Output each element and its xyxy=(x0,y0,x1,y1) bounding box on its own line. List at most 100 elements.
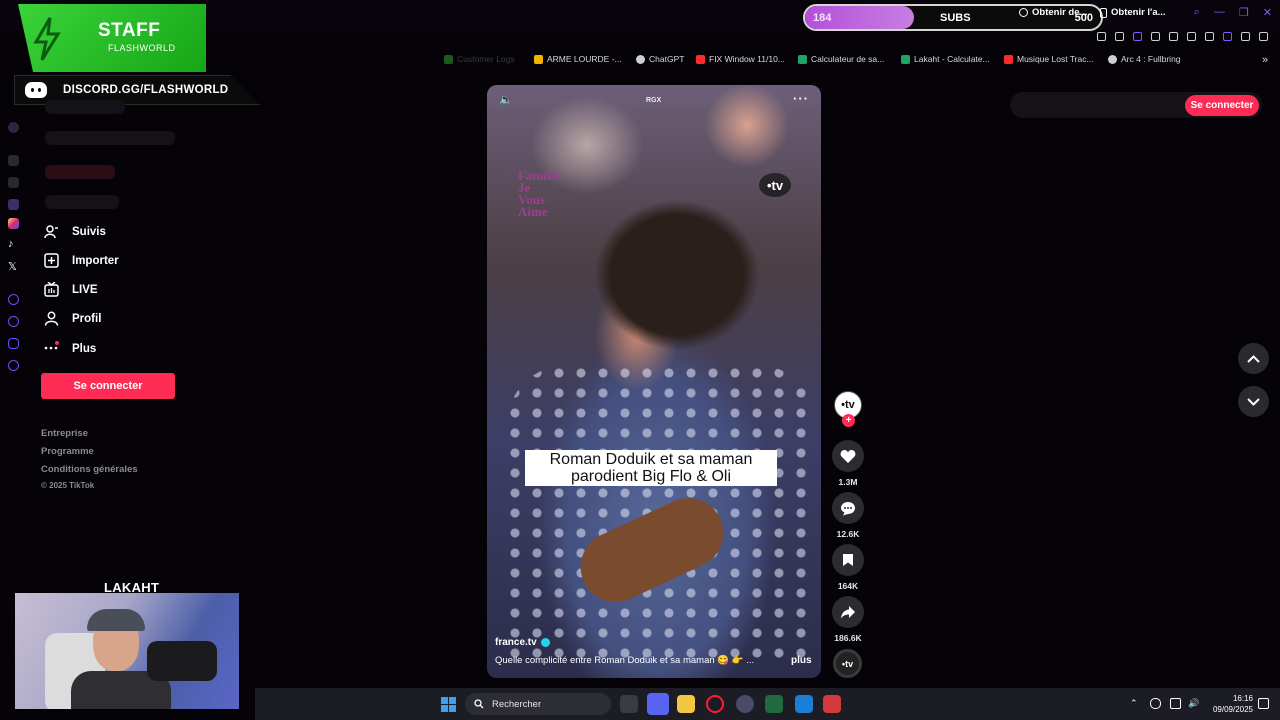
description-more-link[interactable]: plus xyxy=(791,655,812,666)
sidebar-item-live[interactable]: LIVE xyxy=(44,281,98,297)
save-button[interactable] xyxy=(832,544,864,576)
staff-banner: STAFF FLASHWORLD xyxy=(18,4,206,72)
tray-chevron-icon[interactable]: ⌃ xyxy=(1130,698,1141,709)
rail-app-icon[interactable] xyxy=(8,177,19,188)
get-coins-button[interactable]: Obtenir de... xyxy=(1019,7,1087,18)
more-icon xyxy=(44,341,59,356)
sidebar-item-importer[interactable]: Importer xyxy=(44,253,119,268)
taskbar-search[interactable]: Rechercher xyxy=(465,693,611,715)
translate-icon[interactable] xyxy=(1151,32,1160,41)
opera-icon[interactable] xyxy=(706,695,724,713)
network-icon[interactable] xyxy=(1170,698,1181,709)
outlook-icon[interactable] xyxy=(795,695,813,713)
video-author[interactable]: france.tv xyxy=(495,637,550,648)
shield-icon[interactable] xyxy=(1133,32,1142,41)
bookmark-item[interactable]: ChatGPT xyxy=(636,54,684,64)
puzzle-icon[interactable] xyxy=(1187,32,1196,41)
video-player[interactable]: 🔈 RGX ··· Famille Je Vous Aime •tv Roman… xyxy=(487,85,821,678)
bookmark-item[interactable]: Calculateur de sa... xyxy=(798,54,884,64)
menu-icon[interactable] xyxy=(1259,32,1268,41)
copyright: © 2025 TikTok xyxy=(41,481,95,490)
next-video-button[interactable] xyxy=(1238,386,1269,417)
sidebar-item-suivis[interactable]: Suivis xyxy=(44,224,106,239)
verified-icon xyxy=(540,638,550,647)
bookmark-item[interactable]: ARME LOURDE -... xyxy=(534,54,622,64)
task-view-icon[interactable] xyxy=(620,695,638,713)
live-icon xyxy=(44,281,59,297)
chat-icon[interactable] xyxy=(8,338,19,349)
maximize-icon[interactable]: ❐ xyxy=(1239,6,1249,19)
previous-video-button[interactable] xyxy=(1238,343,1269,374)
share-button[interactable] xyxy=(832,596,864,628)
header-login-button[interactable]: Se connecter xyxy=(1185,95,1259,116)
get-app-button[interactable]: Obtenir l'a... xyxy=(1100,7,1166,18)
bookmark-favicon-icon xyxy=(1108,54,1117,64)
close-icon[interactable]: ✕ xyxy=(1263,6,1272,19)
share-count: 186.6K xyxy=(834,633,862,643)
file-explorer-icon[interactable] xyxy=(677,695,695,713)
rail-app-icon[interactable] xyxy=(8,155,19,166)
notifications-icon[interactable] xyxy=(1258,698,1269,709)
tiktok-icon[interactable]: ♪ xyxy=(8,238,14,250)
footer-link-entreprise[interactable]: Entreprise xyxy=(41,428,88,439)
rail-player-icon[interactable] xyxy=(8,294,19,305)
sidebar-item-label: Plus xyxy=(72,342,97,355)
bookmarks-overflow-icon[interactable]: » xyxy=(1262,54,1268,66)
footer-link-programme[interactable]: Programme xyxy=(41,446,94,457)
start-button[interactable] xyxy=(441,697,456,712)
screen: ⌕ — ❐ ✕ Customer Logs ARME LOURDE -... C… xyxy=(0,0,1280,720)
like-button[interactable] xyxy=(832,440,864,472)
bookmark-item[interactable]: Customer Logs xyxy=(444,54,515,64)
sidebar-item-profil[interactable]: Profil xyxy=(44,311,101,326)
x-icon[interactable]: 𝕏 xyxy=(8,260,17,273)
instagram-icon[interactable] xyxy=(8,218,19,229)
clock-date: 09/09/2025 xyxy=(1212,705,1253,714)
sidebar-item-label: LIVE xyxy=(72,283,98,296)
excel-icon[interactable] xyxy=(765,695,783,713)
bookmark-label: Lakaht - Calculate... xyxy=(914,54,990,64)
play-icon[interactable] xyxy=(1169,32,1178,41)
heart-icon[interactable] xyxy=(1205,32,1214,41)
discord-app-icon[interactable] xyxy=(647,693,669,715)
minimize-icon[interactable]: — xyxy=(1214,6,1225,19)
microphone-icon[interactable] xyxy=(1150,698,1161,709)
account-icon[interactable] xyxy=(1223,32,1232,41)
music-disc[interactable]: •tv xyxy=(833,649,862,678)
bookmark-item[interactable]: Lakaht - Calculate... xyxy=(901,54,990,64)
bookmark-item[interactable]: FIX Window 11/10... xyxy=(696,54,785,64)
bookmark-favicon-icon xyxy=(1004,54,1013,64)
staff-title: STAFF xyxy=(98,20,161,41)
taskbar-search-placeholder: Rechercher xyxy=(492,698,542,710)
bookmark-favicon-icon xyxy=(798,54,807,64)
sidebar-login-button[interactable]: Se connecter xyxy=(41,373,175,399)
app-icon[interactable] xyxy=(736,695,754,713)
video-more-icon[interactable]: ··· xyxy=(793,91,809,106)
get-app-label: Obtenir l'a... xyxy=(1111,7,1166,18)
comment-count: 12.6K xyxy=(836,529,860,539)
search-icon[interactable]: ⌕ xyxy=(1194,6,1200,19)
comment-button[interactable] xyxy=(832,492,864,524)
discord-icon xyxy=(25,82,47,98)
bookmark-item[interactable]: Arc 4 : Fullbring xyxy=(1108,54,1181,64)
speaker-icon[interactable]: 🔊 xyxy=(1188,698,1199,709)
following-icon xyxy=(44,224,59,239)
bookmark-item[interactable]: Musique Lost Trac... xyxy=(1004,54,1094,64)
volume-icon[interactable]: 🔈 xyxy=(499,93,513,106)
settings-icon[interactable] xyxy=(8,360,19,371)
history-icon[interactable] xyxy=(8,316,19,327)
app-icon[interactable] xyxy=(823,695,841,713)
footer-link-conditions[interactable]: Conditions générales xyxy=(41,464,138,475)
lightning-icon xyxy=(33,17,61,61)
taskbar-clock[interactable]: 16:16 09/09/2025 xyxy=(1205,693,1253,715)
rail-app-icon[interactable] xyxy=(8,199,19,210)
pin-icon[interactable] xyxy=(1097,32,1106,41)
sidebar-item-label: Profil xyxy=(72,312,102,325)
download-icon[interactable] xyxy=(1241,32,1250,41)
rail-app-icon[interactable] xyxy=(8,122,19,133)
window-controls: ⌕ — ❐ ✕ xyxy=(1194,6,1272,19)
follow-plus-icon[interactable]: + xyxy=(842,414,855,427)
comment-icon xyxy=(841,501,855,515)
channel-logo: Famille Je Vous Aime xyxy=(518,168,560,219)
screenshot-icon[interactable] xyxy=(1115,32,1124,41)
sidebar-item-plus[interactable]: Plus xyxy=(44,341,96,356)
